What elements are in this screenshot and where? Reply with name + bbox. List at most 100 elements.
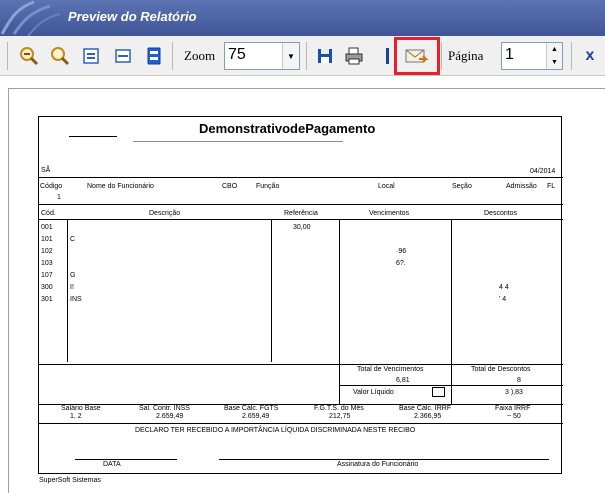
faixa-value: ~ 50 <box>507 413 521 420</box>
fgts-label: Base Cálc. FGTS <box>224 405 279 412</box>
grid-line <box>451 219 452 404</box>
row-descontos: 4 4 <box>499 284 509 291</box>
total-descontos-value: 8 <box>517 377 521 384</box>
spin-up-icon[interactable]: ▲ <box>547 43 562 56</box>
fit-width-button[interactable] <box>111 44 135 68</box>
footer-text: SuperSoft Sistemas <box>39 477 101 484</box>
declaration: DECLARO TER RECEBIDO A IMPORTÂNCIA LÍQUI… <box>135 427 416 434</box>
report-page: DemonstrativodePagamento SÃ 04/2014 Códi… <box>38 116 563 474</box>
row-cod: 102 <box>41 248 53 255</box>
header-admissao: Admissão <box>506 183 537 190</box>
zoom-value: 75 <box>228 46 246 63</box>
row-cod: 301 <box>41 296 53 303</box>
page-spinner[interactable]: 1 ▲ ▼ <box>501 42 563 70</box>
toolbar-separator <box>172 42 173 70</box>
company-name: SÃ <box>41 167 51 174</box>
row-description: C <box>70 236 76 243</box>
total-descontos-label-text: Total de Descontos <box>471 366 531 373</box>
spin-down-icon[interactable]: ▼ <box>547 56 562 69</box>
row-descontos: ' 4 <box>499 296 507 303</box>
header-cbo: CBO <box>222 183 238 190</box>
row-cod: 300 <box>41 284 53 291</box>
zoom-in-icon <box>51 47 70 66</box>
divider <box>39 404 563 405</box>
fit-width-icon <box>115 49 131 63</box>
valor-liquido-value: 3 ),83 <box>505 389 523 396</box>
close-button[interactable]: x <box>578 44 602 68</box>
salario-base-value: 1, 2 <box>70 413 82 420</box>
col-cod: Cód. <box>41 210 56 217</box>
row-cod: 103 <box>41 260 53 267</box>
zoom-out-button[interactable] <box>17 44 41 68</box>
single-page-icon <box>147 47 161 65</box>
divider <box>39 204 563 205</box>
company-line <box>69 136 117 137</box>
date-label: DATA <box>103 461 121 468</box>
toolbar-separator <box>571 42 572 70</box>
page-label: Página <box>448 48 484 63</box>
window-title: Preview do Relatório <box>68 9 197 24</box>
print-button[interactable] <box>342 44 366 68</box>
irrf-value: 2.366,95 <box>414 413 442 420</box>
title-bar: Preview do Relatório <box>0 0 605 36</box>
zoom-label: Zoom <box>184 48 216 63</box>
date-line <box>75 459 177 460</box>
row-referencia: 30,00 <box>293 224 311 231</box>
divider <box>39 177 563 178</box>
period: 04/2014 <box>530 168 556 175</box>
printer-icon <box>345 47 363 65</box>
row-description: INS <box>70 296 82 303</box>
arrow-box <box>432 387 445 397</box>
inss-label: Sal. Contr. INSS <box>139 405 190 412</box>
zoom-out-icon <box>20 47 39 66</box>
divider <box>39 219 563 220</box>
irrf-label: Base Cálc. IRRF <box>399 405 452 412</box>
chevron-down-icon[interactable]: ▼ <box>282 43 299 69</box>
save-button[interactable] <box>313 44 337 68</box>
page-spinner-arrows[interactable]: ▲ ▼ <box>546 43 562 69</box>
col-vencimentos: Vencimentos <box>369 210 410 217</box>
divider <box>339 385 563 386</box>
toolbar-separator <box>441 42 442 70</box>
row-cod: 107 <box>41 272 53 279</box>
app-logo-icon <box>0 0 60 36</box>
col-referencia: Referência <box>284 210 318 217</box>
divider <box>39 423 563 424</box>
floppy-disk-icon <box>318 49 332 63</box>
col-descricao: Descrição <box>149 210 181 217</box>
toolbar: Zoom 75 ▼ Página 1 ▲ ▼ x <box>0 36 605 76</box>
fgts-mes-value: 212,75 <box>329 413 351 420</box>
grid-line <box>271 219 272 362</box>
toolbar-grip <box>7 42 8 70</box>
zoom-in-button[interactable] <box>48 44 72 68</box>
close-icon: x <box>585 47 595 64</box>
salario-base-label: Salário Base <box>61 405 101 412</box>
header-codigo: Código <box>40 183 63 190</box>
fit-page-button[interactable] <box>79 44 103 68</box>
grid-line <box>339 219 340 404</box>
zoom-select[interactable]: 75 ▼ <box>224 42 300 70</box>
employee-code: 1 <box>57 194 61 201</box>
grid-line <box>67 219 68 362</box>
toolbar-separator <box>306 42 307 70</box>
single-page-button[interactable] <box>142 44 166 68</box>
email-button-highlight <box>394 37 440 75</box>
row-vencimentos: ·96 <box>396 248 407 255</box>
valor-liquido-label: Valor Líquido <box>353 389 394 396</box>
page-value: 1 <box>505 46 514 63</box>
signature-label: Assinatura do Funcionário <box>337 461 419 468</box>
header-fl: FL <box>547 183 556 190</box>
toolbar-separator <box>386 48 389 64</box>
fgts-mes-label: F.G.T.S. do Mês <box>314 405 364 412</box>
fgts-value: 2.659,49 <box>242 413 270 420</box>
header-local: Local <box>378 183 395 190</box>
fit-page-icon <box>83 48 99 64</box>
row-description: I! <box>70 284 74 291</box>
header-funcao: Função <box>256 183 280 190</box>
row-cod: 101 <box>41 236 53 243</box>
company-address-line <box>133 141 343 142</box>
faixa-label: Faixa IRRF <box>495 405 531 412</box>
signature-line <box>219 459 549 460</box>
header-nome: Nome do Funcionário <box>87 183 154 190</box>
col-descontos: Descontos <box>484 210 518 217</box>
